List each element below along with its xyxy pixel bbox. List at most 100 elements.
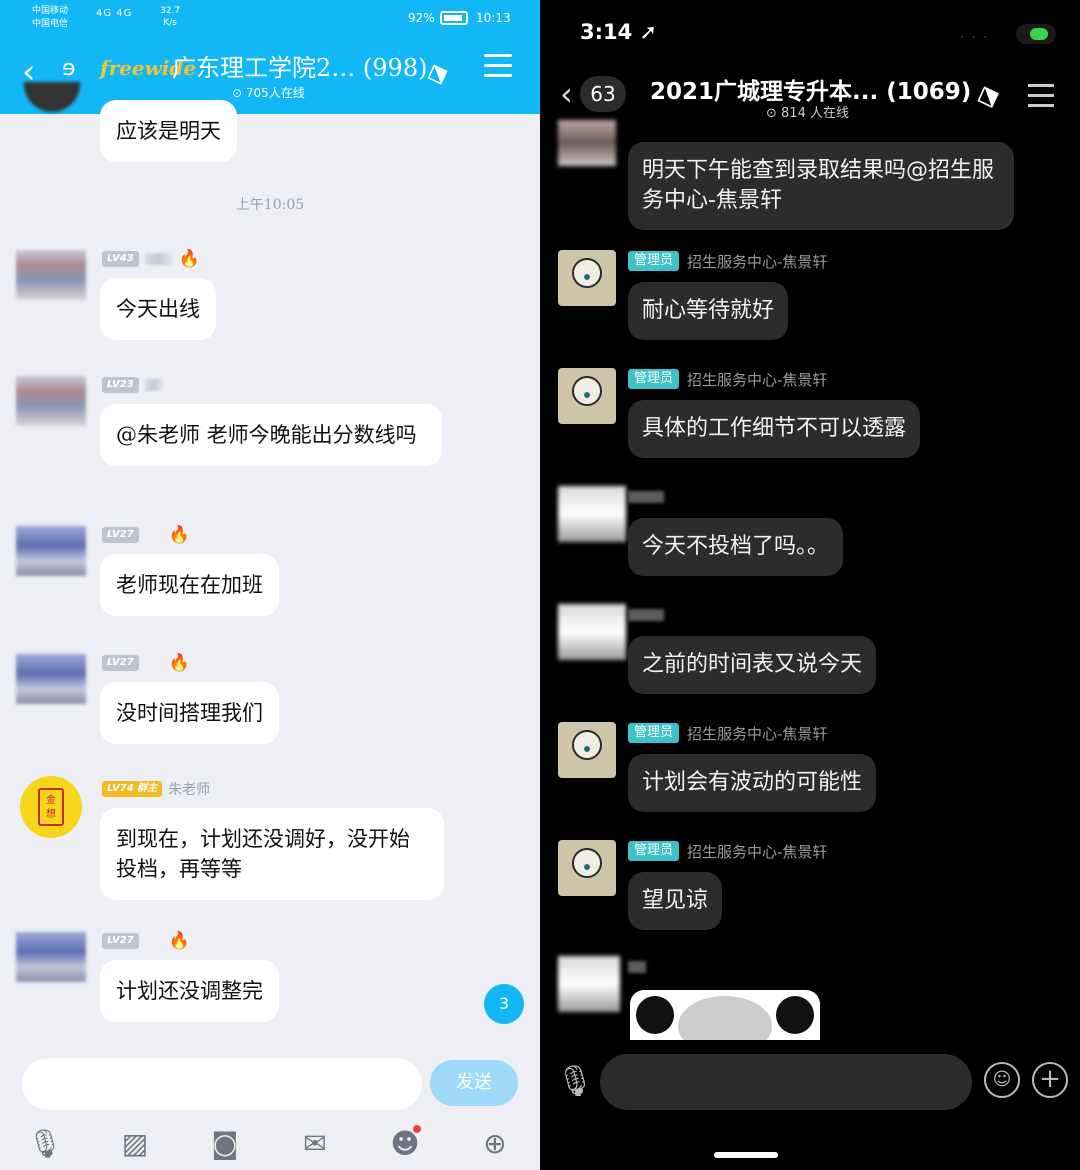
avatar[interactable] <box>558 604 626 660</box>
sender-name-blurred <box>144 253 173 265</box>
message-input[interactable] <box>600 1054 972 1110</box>
carrier-2: 中国电信 <box>32 19 69 29</box>
sender-meta: 管理员 招生服务中心-焦景轩 <box>628 250 827 272</box>
message-bubble[interactable]: 到现在，计划还没调好，没开始投档，再等等 <box>100 808 444 900</box>
sender-meta <box>628 486 664 508</box>
message-bubble[interactable]: @朱老师 老师今晚能出分数线吗 <box>100 404 442 466</box>
message-bubble[interactable]: 望见谅 <box>628 872 723 930</box>
battery-icon <box>1016 24 1056 44</box>
message-list[interactable]: 应该是明天 上午10:05 LV43 🔥 今天出线 LV23 @朱老师 老师今晚… <box>0 82 540 1054</box>
flame-icon: 🔥 <box>178 249 200 269</box>
carrier-1: 中国移动 <box>32 6 69 16</box>
bear-avatar-face <box>572 848 602 878</box>
avatar[interactable] <box>16 376 86 426</box>
speed-unit: K/s <box>163 18 177 28</box>
level-badge: LV27 <box>102 527 139 543</box>
speed-value: 32.7 <box>160 6 181 16</box>
avatar[interactable]: 金想 <box>20 776 82 838</box>
plus-icon[interactable]: + <box>1032 1062 1068 1098</box>
sender-name: 朱老师 <box>168 782 211 798</box>
message-bubble[interactable]: 今天不投档了吗。。 <box>628 518 844 576</box>
emoji-icon[interactable]: ☻ <box>385 1124 425 1160</box>
avatar[interactable] <box>558 368 616 424</box>
avatar[interactable] <box>558 486 626 542</box>
sender-name-blurred <box>144 379 163 391</box>
tag-icon[interactable]: ⬗ <box>421 53 453 91</box>
group-name: 广东理工学院2… <box>172 54 356 82</box>
sender-name: 招生服务中心-焦景轩 <box>687 252 828 271</box>
network-indicator: 4G 4G <box>96 8 133 19</box>
emoji-icon[interactable]: ☺ <box>984 1062 1020 1098</box>
message-bubble[interactable]: 明天下午能查到录取结果吗@招生服务中心-焦景轩 <box>628 142 1014 230</box>
level-badge: LV27 <box>102 655 139 671</box>
online-count: ⊙ 814 人在线 <box>766 106 849 121</box>
sender-meta: LV27 🔥 <box>102 525 190 545</box>
menu-icon[interactable] <box>484 54 512 84</box>
avatar[interactable] <box>16 654 86 704</box>
message-bubble[interactable]: 今天出线 <box>100 278 216 340</box>
message-bubble[interactable]: 计划会有波动的可能性 <box>628 754 877 812</box>
message-bubble[interactable]: 之前的时间表又说今天 <box>628 636 877 694</box>
earpiece-icon[interactable]: ɘ <box>62 56 76 81</box>
microphone-icon[interactable]: 🎙 <box>556 1064 594 1099</box>
input-bar: 🎙 ☺ + <box>540 1050 1080 1114</box>
panda-sticker-image[interactable] <box>630 990 820 1040</box>
tag-icon[interactable]: ⬗ <box>971 75 1005 116</box>
message-bubble[interactable]: 耐心等待就好 <box>628 282 789 340</box>
admin-badge: 管理员 <box>628 369 680 389</box>
flame-icon: 🔥 <box>168 653 190 673</box>
red-packet-icon[interactable]: ✉ <box>295 1127 335 1160</box>
sender-meta <box>628 956 646 978</box>
image-icon[interactable]: ▨ <box>115 1127 155 1160</box>
plus-icon[interactable]: ⊕ <box>475 1127 515 1160</box>
send-button[interactable]: 发送 <box>430 1060 518 1106</box>
avatar[interactable] <box>558 840 616 896</box>
sender-meta: LV27 🔥 <box>102 653 190 673</box>
location-arrow-icon: ➚ <box>639 20 658 44</box>
camera-icon[interactable]: ◙ <box>205 1127 245 1160</box>
signal-icon: · · · <box>960 30 990 44</box>
avatar[interactable] <box>558 956 620 1012</box>
avatar[interactable] <box>16 526 86 576</box>
timestamp: 上午10:05 <box>235 197 305 213</box>
sender-meta <box>628 604 664 626</box>
clock: 10:13 <box>476 11 511 25</box>
home-indicator[interactable] <box>714 1152 778 1158</box>
level-badge: LV43 <box>102 251 139 267</box>
sender-name: 招生服务中心-焦景轩 <box>687 842 828 861</box>
avatar[interactable] <box>16 250 86 300</box>
left-chat-screen: 中国移动 中国电信 4G 4G 32.7 K/s 92% 10:13 ‹ ɘ f… <box>0 0 540 1170</box>
message-bubble[interactable]: 老师现在在加班 <box>100 554 279 616</box>
network-speed: 32.7 K/s <box>160 5 180 29</box>
message-bubble[interactable]: 应该是明天 <box>100 100 237 162</box>
owner-level-badge: LV74 群主 <box>102 781 163 797</box>
member-count: (998) <box>362 54 428 82</box>
unread-count-badge[interactable]: 3 <box>484 984 524 1024</box>
microphone-icon[interactable]: 🎙 <box>25 1127 65 1160</box>
avatar[interactable] <box>558 250 616 306</box>
sender-meta: LV74 群主 朱老师 <box>102 780 210 798</box>
avatar[interactable] <box>558 120 616 166</box>
online-count-text: 705人在线 <box>245 86 305 100</box>
input-bar: 发送 <box>0 1054 540 1116</box>
sender-meta: 管理员 招生服务中心-焦景轩 <box>628 840 827 862</box>
flame-icon: 🔥 <box>168 525 190 545</box>
status-bar: 中国移动 中国电信 4G 4G 32.7 K/s 92% 10:13 <box>0 0 540 34</box>
admin-badge: 管理员 <box>628 723 680 743</box>
group-title[interactable]: 广东理工学院2… (998) <box>172 48 427 83</box>
battery-icon <box>440 11 468 25</box>
unread-count-badge[interactable]: 63 <box>580 76 626 112</box>
sender-name-blurred <box>628 609 664 621</box>
back-arrow-icon[interactable]: ‹ <box>560 74 573 114</box>
avatar[interactable] <box>558 722 616 778</box>
message-bubble[interactable]: 没时间搭理我们 <box>100 682 279 744</box>
avatar[interactable] <box>16 932 86 982</box>
bear-avatar-face <box>572 376 602 406</box>
message-bubble[interactable]: 具体的工作细节不可以透露 <box>628 400 921 458</box>
group-title[interactable]: 2021广城理专升本... (1069) <box>650 72 971 106</box>
sender-meta: 管理员 招生服务中心-焦景轩 <box>628 722 827 744</box>
menu-icon[interactable] <box>1028 84 1054 114</box>
sender-meta: LV27 🔥 <box>102 931 190 951</box>
message-bubble[interactable]: 计划还没调整完 <box>100 960 279 1022</box>
message-input[interactable] <box>22 1058 422 1110</box>
